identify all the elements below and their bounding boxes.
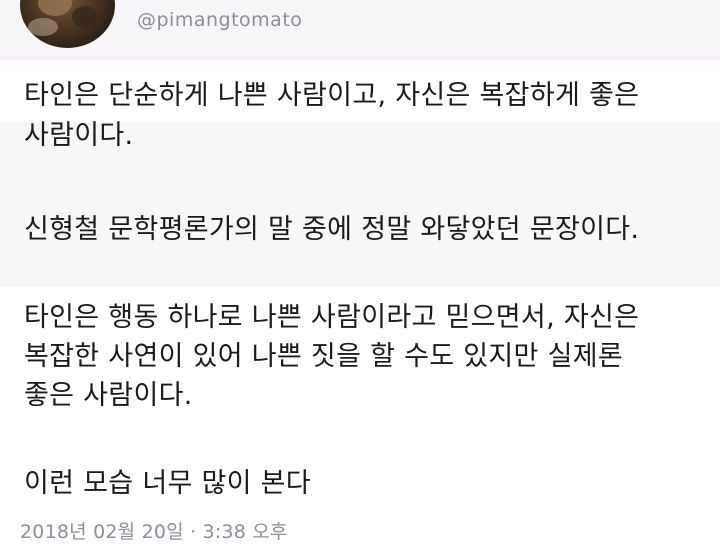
- tweet-timestamp[interactable]: 2018년 02월 20일 · 3:38 오후: [20, 517, 288, 544]
- tweet-text-line: 좋은 사람이다.: [24, 380, 193, 411]
- avatar-detail: [28, 18, 58, 36]
- tweet-text-line: 타인은 행동 하나로 나쁜 사람이라고 믿으면서, 자신은: [24, 302, 640, 333]
- avatar-detail: [72, 6, 98, 28]
- tweet-text-line: 사람이다.: [24, 120, 134, 151]
- tweet-text-line: 이런 모습 너무 많이 본다: [24, 468, 311, 499]
- user-handle[interactable]: @pimangtomato: [137, 9, 302, 31]
- tweet-text-line: 복잡한 사연이 있어 나쁜 짓을 할 수도 있지만 실제론: [24, 341, 623, 372]
- avatar-detail: [38, 0, 72, 16]
- tweet-text-line: 타인은 단순하게 나쁜 사람이고, 자신은 복잡하게 좋은: [24, 80, 640, 111]
- tweet-text-line: 신형철 문학평론가의 말 중에 정말 와닿았던 문장이다.: [24, 214, 640, 245]
